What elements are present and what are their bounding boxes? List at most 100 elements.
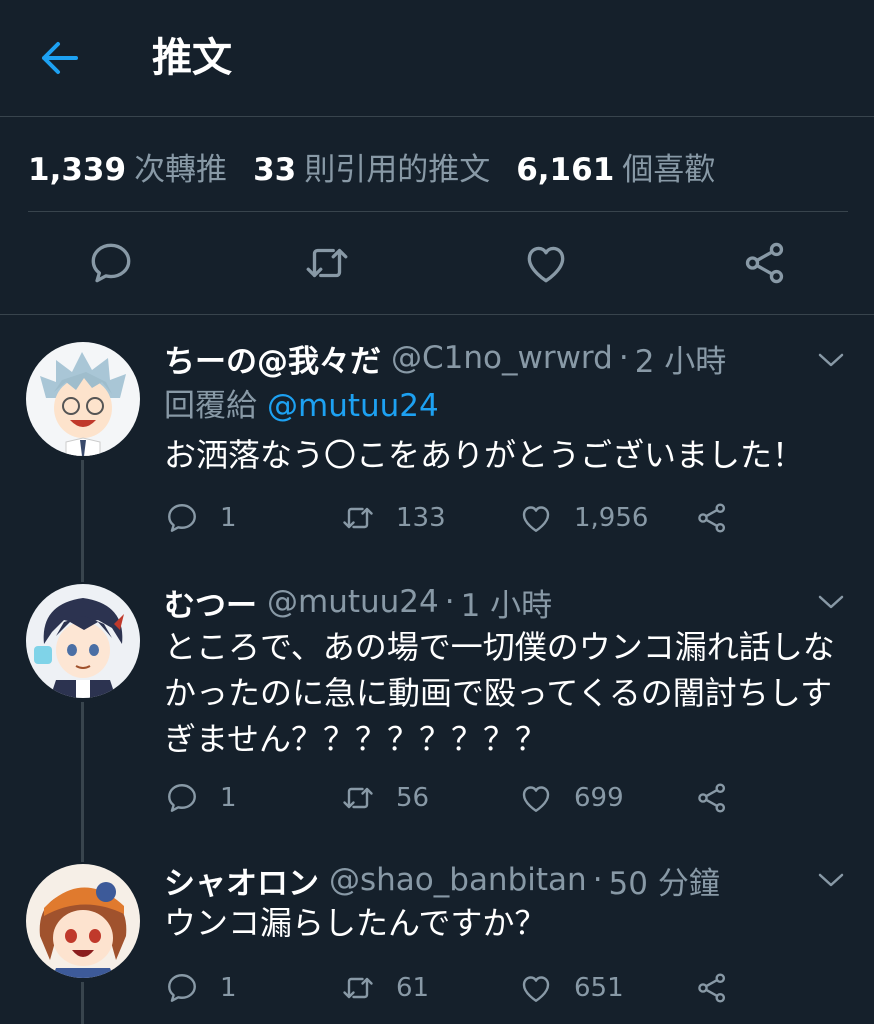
back-button[interactable] <box>36 38 82 78</box>
separator: · <box>444 584 455 620</box>
page-title: 推文 <box>152 35 232 81</box>
user-handle[interactable]: @shao_banbitan <box>329 862 587 898</box>
reply-count: 1 <box>220 503 237 533</box>
share-icon <box>698 503 726 533</box>
retweet-button[interactable] <box>302 238 352 288</box>
chevron-down-icon <box>818 873 844 887</box>
more-options-button[interactable] <box>816 592 846 612</box>
reply-button[interactable] <box>86 238 136 288</box>
reply-action-bar: 1 56 699 <box>164 776 864 820</box>
retweet-count: 56 <box>396 783 430 813</box>
retweets-stat[interactable]: 1,339 次轉推 <box>28 144 227 189</box>
like-icon <box>522 506 550 532</box>
user-handle[interactable]: @mutuu24 <box>267 584 439 620</box>
retweet-button[interactable]: 56 <box>340 776 429 820</box>
user-handle[interactable]: @C1no_wrwrd <box>391 340 613 376</box>
retweet-icon <box>306 248 348 278</box>
reply-tweet[interactable]: むつー @mutuu24 · 1 小時 ところで、あの場で一切僕のウンコ漏れ話し… <box>0 564 874 844</box>
arrow-left-icon <box>42 42 78 74</box>
chevron-down-icon <box>818 353 844 367</box>
reply-header: むつー @mutuu24 · 1 小時 <box>164 578 552 626</box>
stats-divider <box>28 211 848 212</box>
replying-to-label: 回覆給 <box>164 388 257 424</box>
reply-header: シャオロン @shao_banbitan · 50 分鐘 <box>164 856 720 904</box>
like-icon <box>527 246 565 283</box>
tweet-detail-page: 推文 1,339 次轉推 33 則引用的推文 6,161 個喜歡 ちーの@我々だ… <box>0 0 874 1024</box>
share-icon <box>698 973 726 1003</box>
thread-line <box>81 564 84 582</box>
quotes-label: 則引用的推文 <box>304 151 491 188</box>
retweets-count: 1,339 <box>28 151 127 188</box>
timestamp[interactable]: 50 分鐘 <box>609 858 720 903</box>
retweet-button[interactable]: 133 <box>340 496 446 540</box>
reply-button[interactable]: 1 <box>164 496 237 540</box>
like-count: 651 <box>574 973 624 1003</box>
thread-line <box>81 844 84 862</box>
like-button[interactable]: 1,956 <box>518 496 648 540</box>
separator: · <box>592 862 603 898</box>
reply-icon <box>91 243 131 283</box>
mention-link[interactable]: @mutuu24 <box>267 388 439 424</box>
retweet-icon <box>343 787 373 809</box>
reply-icon <box>168 974 196 1002</box>
tweet-text: お洒落なう〇こをありがとうございました！ <box>164 436 805 474</box>
separator: · <box>618 340 629 376</box>
retweet-icon <box>343 977 373 999</box>
thread-line <box>81 982 84 1024</box>
retweet-icon <box>343 507 373 529</box>
like-icon <box>522 976 550 1002</box>
top-bar: 推文 <box>0 0 874 116</box>
display-name[interactable]: シャオロン <box>164 858 319 903</box>
quotes-stat[interactable]: 33 則引用的推文 <box>253 144 490 189</box>
reply-action-bar: 1 61 651 <box>164 966 864 1010</box>
retweet-count: 61 <box>396 973 430 1003</box>
retweet-button[interactable]: 61 <box>340 966 429 1010</box>
reply-button[interactable]: 1 <box>164 966 237 1010</box>
replying-to: 回覆給 @mutuu24 <box>164 382 439 430</box>
reply-count: 1 <box>220 973 237 1003</box>
avatar[interactable] <box>26 342 140 456</box>
tweet-stats: 1,339 次轉推 33 則引用的推文 6,161 個喜歡 <box>28 140 741 192</box>
retweet-count: 133 <box>396 503 446 533</box>
reply-count: 1 <box>220 783 237 813</box>
like-icon <box>522 786 550 812</box>
thread-line <box>81 460 84 564</box>
header-divider <box>0 116 874 117</box>
display-name[interactable]: ちーの@我々だ <box>164 336 381 381</box>
like-count: 1,956 <box>574 503 649 533</box>
more-options-button[interactable] <box>816 350 846 370</box>
reply-tweet[interactable]: ちーの@我々だ @C1no_wrwrd · 2 小時 回覆給 @mutuu24 お… <box>0 314 874 564</box>
timestamp[interactable]: 1 小時 <box>461 580 553 625</box>
share-icon <box>745 242 784 284</box>
tweet-text: ウンコ漏らしたんですか？ <box>164 904 547 942</box>
share-button[interactable] <box>694 966 730 1010</box>
thread-line <box>81 702 84 844</box>
avatar[interactable] <box>26 584 140 698</box>
quotes-count: 33 <box>253 151 297 188</box>
share-button[interactable] <box>694 776 730 820</box>
likes-count: 6,161 <box>516 151 615 188</box>
share-button[interactable] <box>740 238 790 288</box>
reply-header: ちーの@我々だ @C1no_wrwrd · 2 小時 <box>164 334 726 382</box>
more-options-button[interactable] <box>816 870 846 890</box>
like-button[interactable]: 651 <box>518 966 624 1010</box>
likes-stat[interactable]: 6,161 個喜歡 <box>516 144 715 189</box>
likes-label: 個喜歡 <box>622 151 716 188</box>
reply-action-bar: 1 133 1,956 <box>164 496 864 540</box>
like-button[interactable]: 699 <box>518 776 624 820</box>
display-name[interactable]: むつー <box>164 580 257 625</box>
timestamp[interactable]: 2 小時 <box>635 336 727 381</box>
reply-tweet[interactable]: シャオロン @shao_banbitan · 50 分鐘 ウンコ漏らしたんですか… <box>0 844 874 1024</box>
reply-icon <box>168 784 196 812</box>
like-count: 699 <box>574 783 624 813</box>
reply-icon <box>168 504 196 532</box>
chevron-down-icon <box>818 595 844 609</box>
reply-button[interactable]: 1 <box>164 776 237 820</box>
tweet-text: ところで、あの場で一切僕のウンコ漏れ話しなかったのに急に動画で殴ってくるの闇討ち… <box>164 628 835 758</box>
retweets-label: 次轉推 <box>134 151 228 188</box>
share-icon <box>698 783 726 813</box>
tweet-action-bar <box>0 230 874 296</box>
like-button[interactable] <box>521 238 571 288</box>
share-button[interactable] <box>694 496 730 540</box>
avatar[interactable] <box>26 864 140 978</box>
